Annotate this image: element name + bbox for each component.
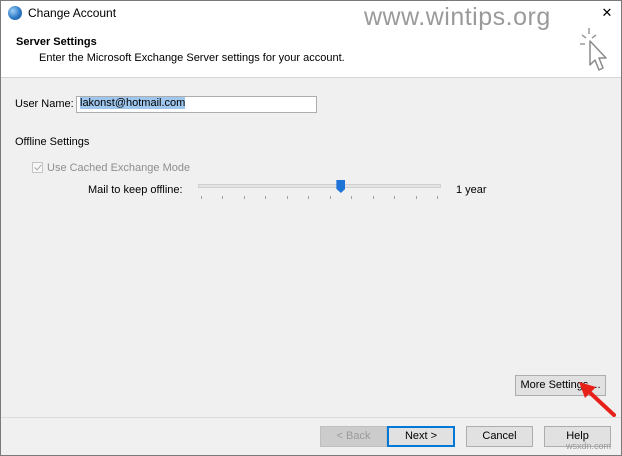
slider-tick (415, 196, 417, 199)
app-icon (8, 6, 22, 20)
mail-offline-slider-thumb[interactable] (336, 180, 346, 193)
offline-settings-heading: Offline Settings (15, 136, 90, 148)
user-name-label: User Name: (15, 98, 74, 110)
mail-offline-label: Mail to keep offline: (88, 184, 183, 196)
slider-tick (329, 196, 331, 199)
slider-tick (394, 196, 396, 199)
change-account-dialog: Change Account ✕ Server Settings Enter t… (0, 0, 622, 456)
slider-tick (437, 196, 438, 199)
cancel-button[interactable]: Cancel (466, 426, 533, 447)
watermark: www.wintips.org (364, 3, 551, 31)
mail-offline-value: 1 year (456, 184, 487, 196)
slider-tick (286, 196, 288, 199)
slider-tick (372, 196, 374, 199)
slider-tick (201, 196, 202, 199)
red-arrow-icon (579, 382, 616, 417)
checkmark-icon[interactable] (32, 162, 43, 173)
user-name-value: lakonst@hotmail.com (80, 97, 186, 109)
slider-tick (222, 196, 224, 199)
page-subtitle: Enter the Microsoft Exchange Server sett… (39, 52, 345, 64)
window-title: Change Account (28, 6, 117, 20)
cursor-icon (580, 28, 607, 71)
slider-tick (351, 196, 353, 199)
footer-watermark: wsxdn.com (566, 441, 612, 451)
slider-ticks (201, 196, 439, 200)
back-button[interactable]: < Back (320, 426, 387, 447)
header-panel: Server Settings Enter the Microsoft Exch… (1, 25, 621, 78)
user-name-field[interactable]: lakonst@hotmail.com (76, 96, 317, 113)
cached-mode-label: Use Cached Exchange Mode (47, 162, 191, 174)
next-button[interactable]: Next > (387, 426, 455, 447)
slider-tick (265, 196, 267, 199)
mail-offline-slider-track[interactable] (198, 184, 441, 188)
slider-tick (243, 196, 245, 199)
close-icon[interactable]: ✕ (595, 3, 619, 23)
slider-tick (308, 196, 310, 199)
page-title: Server Settings (16, 36, 97, 48)
footer-divider (1, 417, 621, 418)
